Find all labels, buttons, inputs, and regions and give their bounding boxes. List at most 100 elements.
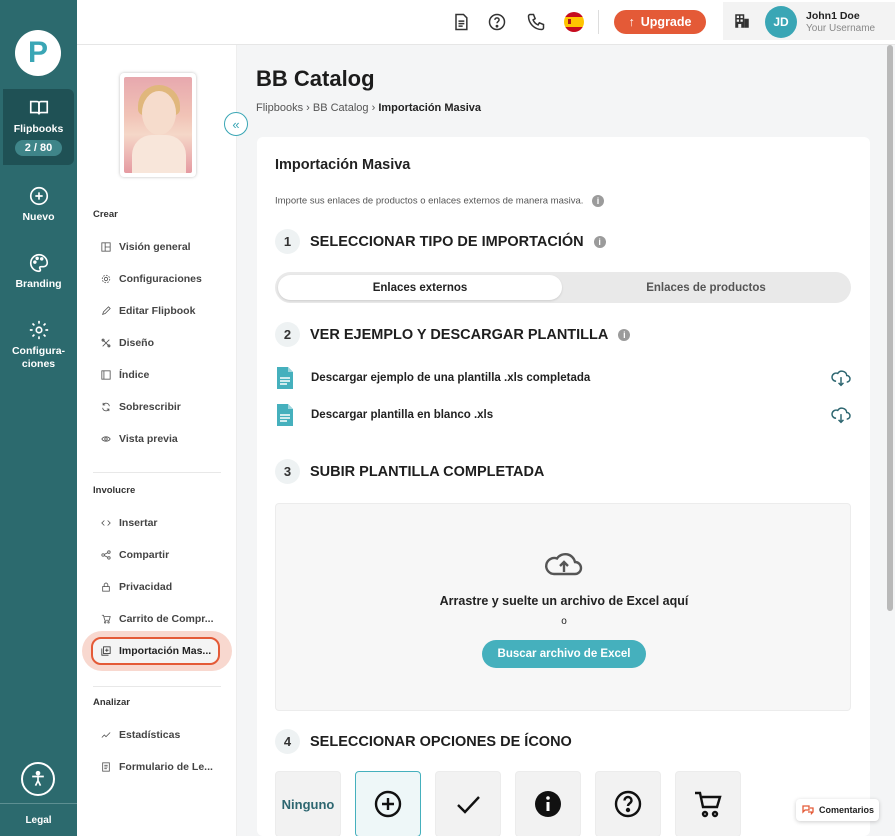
- cart-icon: [101, 614, 111, 624]
- breadcrumb-catalog[interactable]: BB Catalog: [313, 102, 369, 114]
- check-icon: [457, 796, 480, 814]
- user-name: John1 Doe: [806, 10, 860, 22]
- sidebar-item-privacidad[interactable]: Privacidad: [101, 577, 225, 597]
- sidebar-item-label: Estadísticas: [119, 729, 181, 741]
- rail-item-label: Branding: [15, 278, 62, 290]
- legal-link[interactable]: Legal: [0, 815, 77, 826]
- user-username: Your Username: [806, 23, 876, 34]
- icon-option-cart[interactable]: [675, 771, 741, 836]
- toggle-enlaces-productos[interactable]: Enlaces de productos: [564, 275, 848, 300]
- icon-option-info[interactable]: [515, 771, 581, 836]
- question-icon: [614, 790, 642, 818]
- sidebar-item-vista-previa[interactable]: Vista previa: [101, 429, 225, 449]
- sidebar-item-formulario[interactable]: Formulario de Le...: [101, 757, 225, 777]
- comment-icon: [802, 805, 814, 816]
- breadcrumb-flipbooks[interactable]: Flipbooks: [256, 102, 303, 114]
- description-text: Importe sus enlaces de productos o enlac…: [275, 195, 584, 207]
- step-3-header: 3 SUBIR PLANTILLA COMPLETADA: [275, 459, 544, 484]
- pencil-icon: [102, 306, 111, 315]
- page-scrollbar[interactable]: [887, 45, 893, 611]
- rail-item-configuraciones[interactable]: Configura-ciones: [0, 319, 77, 371]
- info-icon[interactable]: i: [618, 328, 631, 341]
- icon-option-check[interactable]: [435, 771, 501, 836]
- icon-option-plus[interactable]: [355, 771, 421, 836]
- eye-icon: [101, 436, 111, 442]
- sidebar-item-sobrescribir[interactable]: Sobrescribir: [101, 397, 225, 417]
- sidebar-item-importacion-masiva[interactable]: Importación Mas...: [82, 631, 232, 671]
- code-icon: [101, 520, 111, 526]
- sidebar-item-carrito[interactable]: Carrito de Compr...: [101, 609, 225, 629]
- download-blank-row[interactable]: Descargar plantilla en blanco .xls: [275, 403, 851, 427]
- sidebar-item-compartir[interactable]: Compartir: [101, 545, 225, 565]
- breadcrumb-separator: ›: [306, 102, 313, 114]
- building-icon[interactable]: [733, 12, 751, 30]
- trend-icon: [101, 732, 111, 738]
- refresh-icon: [102, 402, 110, 412]
- step-label: SELECCIONAR TIPO DE IMPORTACIÓN: [310, 233, 584, 250]
- dropzone-text: Arrastre y suelte un archivo de Excel aq…: [439, 594, 689, 608]
- cloud-download-icon[interactable]: [831, 406, 851, 424]
- browse-excel-button[interactable]: Buscar archivo de Excel: [482, 640, 646, 668]
- cloud-download-icon[interactable]: [831, 369, 851, 387]
- rail-item-branding[interactable]: Branding: [0, 252, 77, 290]
- icon-option-question[interactable]: [595, 771, 661, 836]
- toggle-enlaces-externos[interactable]: Enlaces externos: [278, 275, 562, 300]
- document-icon[interactable]: [451, 12, 471, 32]
- rail-item-nuevo[interactable]: Nuevo: [0, 185, 77, 223]
- spain-flag-icon[interactable]: [564, 12, 584, 32]
- plus-circle-icon: [374, 790, 402, 818]
- step-label: SELECCIONAR OPCIONES DE ÍCONO: [310, 733, 572, 750]
- top-bar: ↑ Upgrade JD John1 Doe Your Username: [77, 0, 895, 45]
- sidebar-divider: [93, 686, 221, 687]
- sidebar-divider: [93, 472, 221, 473]
- sidebar-item-label: Carrito de Compr...: [119, 613, 214, 625]
- sidebar-item-label: Índice: [119, 369, 150, 381]
- breadcrumb-current: Importación Masiva: [378, 102, 482, 114]
- sidebar-item-indice[interactable]: Índice: [101, 365, 225, 385]
- cloud-upload-icon: [545, 552, 583, 576]
- info-icon[interactable]: i: [593, 235, 606, 248]
- flipbook-sidebar: Crear Visión general Configuraciones Edi…: [77, 45, 237, 836]
- dropzone-or: o: [561, 616, 567, 627]
- sidebar-item-vision-general[interactable]: Visión general: [101, 237, 225, 257]
- accessibility-icon[interactable]: [21, 762, 55, 796]
- upgrade-label: Upgrade: [640, 15, 692, 29]
- info-icon: [535, 791, 561, 817]
- download-blank-label[interactable]: Descargar plantilla en blanco .xls: [311, 409, 493, 421]
- sidebar-item-estadisticas[interactable]: Estadísticas: [101, 725, 225, 745]
- file-dropzone[interactable]: Arrastre y suelte un archivo de Excel aq…: [275, 503, 851, 711]
- book-icon: [29, 100, 48, 115]
- user-menu[interactable]: JD John1 Doe Your Username: [723, 2, 895, 40]
- download-example-label[interactable]: Descargar ejemplo de una plantilla .xls …: [311, 372, 590, 384]
- app-logo[interactable]: P: [15, 30, 61, 76]
- upgrade-button[interactable]: ↑ Upgrade: [614, 10, 706, 34]
- icon-option-ninguno[interactable]: Ninguno: [275, 771, 341, 836]
- collapse-sidebar-button[interactable]: «: [224, 112, 248, 136]
- step-label: VER EJEMPLO Y DESCARGAR PLANTILLA: [310, 326, 609, 343]
- gear-icon: [101, 274, 111, 284]
- sidebar-item-label: Visión general: [119, 241, 191, 253]
- section-label-analizar: Analizar: [93, 697, 130, 708]
- flipbook-cover-thumbnail[interactable]: [120, 73, 196, 177]
- avatar[interactable]: JD: [765, 6, 797, 38]
- bulk-import-card: Importación Masiva Importe sus enlaces d…: [257, 137, 870, 836]
- sidebar-item-editar-flipbook[interactable]: Editar Flipbook: [101, 301, 225, 321]
- help-icon[interactable]: [487, 12, 507, 32]
- rail-item-label: Configura-ciones: [11, 345, 66, 370]
- lock-icon: [102, 582, 110, 592]
- step-number: 3: [275, 459, 300, 484]
- download-example-row[interactable]: Descargar ejemplo de una plantilla .xls …: [275, 366, 851, 390]
- step-1-header: 1 SELECCIONAR TIPO DE IMPORTACIÓN i: [275, 229, 606, 254]
- rail-item-flipbooks[interactable]: Flipbooks 2 / 80: [3, 89, 74, 165]
- info-icon[interactable]: i: [592, 195, 605, 207]
- cart-icon: [695, 791, 722, 818]
- phone-icon[interactable]: [526, 12, 546, 32]
- sidebar-item-configuraciones[interactable]: Configuraciones: [101, 269, 225, 289]
- sidebar-item-insertar[interactable]: Insertar: [101, 513, 225, 533]
- comments-button[interactable]: Comentarios: [796, 799, 879, 821]
- sidebar-item-label: Compartir: [119, 549, 170, 561]
- share-icon: [101, 550, 111, 560]
- sidebar-item-label: Insertar: [119, 517, 158, 529]
- import-type-toggle: Enlaces externos Enlaces de productos: [275, 272, 851, 303]
- sidebar-item-diseno[interactable]: Diseño: [101, 333, 225, 353]
